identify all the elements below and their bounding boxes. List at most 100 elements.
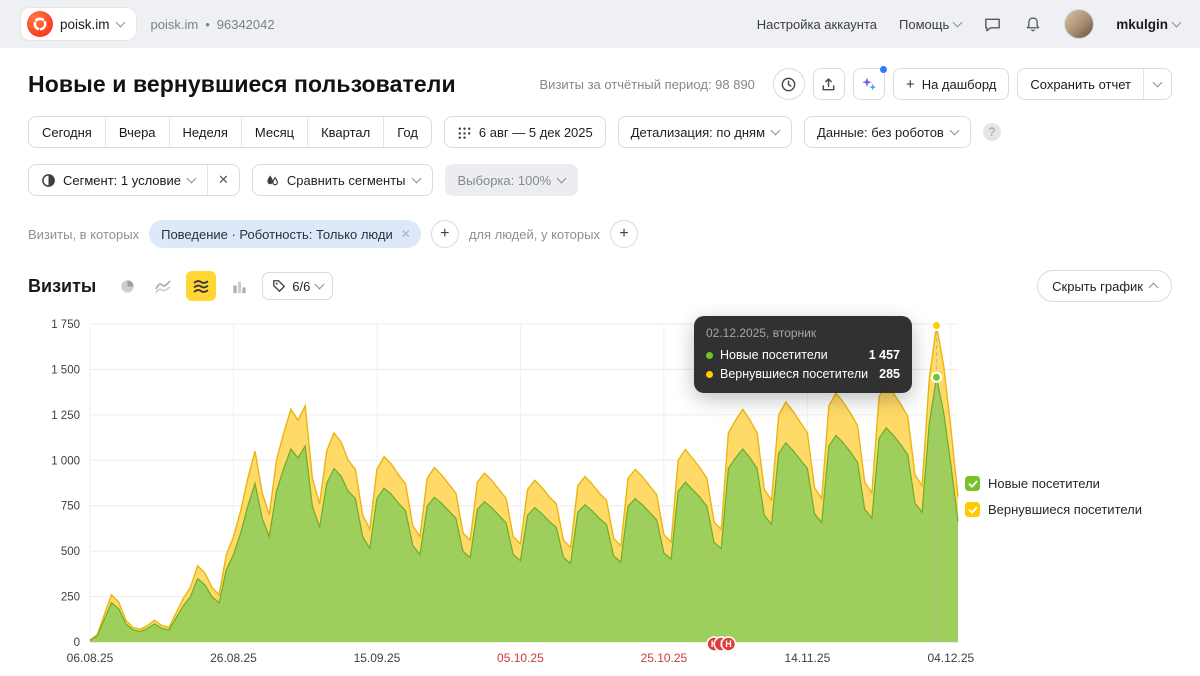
period-filters-row: Сегодня Вчера Неделя Месяц Квартал Год 6… (0, 116, 1200, 148)
segment-icon (42, 173, 55, 187)
compare-segments-icon (267, 174, 278, 185)
line-chart-icon (155, 280, 171, 294)
user-menu[interactable]: mkulgin (1116, 17, 1182, 32)
add-visit-condition-button[interactable]: + (430, 220, 459, 248)
y-tick-label: 1 500 (51, 364, 80, 376)
segment-clear-button[interactable]: ✕ (206, 165, 239, 195)
chart-type-pie-button[interactable] (114, 273, 140, 299)
sampling-selector[interactable]: Выборка: 100% (444, 164, 579, 196)
ai-assistant-button[interactable] (852, 66, 887, 100)
y-tick-label: 1 250 (51, 410, 80, 422)
legend-new-label: Новые посетители (988, 476, 1100, 491)
stacked-area-icon (193, 280, 209, 293)
legend-returning-label: Вернувшиеся посетители (988, 502, 1143, 517)
chart-type-stacked-area-button[interactable] (186, 271, 217, 301)
plus-icon: + (905, 75, 915, 93)
counter-selector[interactable]: poisk.im (20, 7, 137, 41)
x-tick-label: 05.10.25 (497, 651, 544, 665)
date-range-picker[interactable]: 6 авг — 5 дек 2025 (443, 116, 606, 148)
chevron-down-icon (411, 173, 421, 184)
y-tick-label: 1 750 (51, 319, 80, 331)
chevron-down-icon (115, 17, 125, 28)
period-week[interactable]: Неделя (168, 117, 241, 147)
period-button-group: Сегодня Вчера Неделя Месяц Квартал Год (28, 116, 432, 148)
legend-item-new-visitors[interactable]: Новые посетители (965, 476, 1142, 491)
remove-condition-icon[interactable]: ✕ (401, 227, 411, 241)
chevron-up-icon (1148, 282, 1159, 293)
hide-chart-label: Скрыть график (1052, 278, 1143, 294)
tooltip-new-value: 1 457 (868, 348, 900, 362)
period-month[interactable]: Месяц (240, 117, 307, 147)
save-report-split-button: Сохранить отчет (1017, 68, 1172, 100)
y-tick-label: 0 (74, 637, 80, 649)
history-button[interactable] (772, 68, 805, 100)
segment-control: Сегмент: 1 условие ✕ (28, 164, 240, 196)
segment-condition-chip[interactable]: Поведение · Роботность: Только люди ✕ (149, 220, 421, 248)
add-to-dashboard-button[interactable]: + На дашборд (892, 68, 1010, 100)
series-count-label: 6/6 (292, 278, 311, 294)
note-marker-label: Н (725, 639, 732, 649)
y-tick-label: 250 (61, 592, 80, 604)
topbar: poisk.im poisk.im • 96342042 Настройка а… (0, 0, 1200, 48)
hover-dot-new (930, 371, 942, 383)
help-menu[interactable]: Помощь (899, 16, 963, 32)
data-mode-label: Данные: без роботов (817, 124, 944, 140)
chat-button[interactable] (983, 15, 1002, 34)
data-mode-selector[interactable]: Данные: без роботов (804, 116, 971, 148)
title-row: Новые и вернувшиеся пользователи Визиты … (0, 66, 1200, 100)
chevron-down-icon (186, 173, 197, 184)
series-visibility-button[interactable]: 6/6 (262, 272, 334, 300)
clock-icon (782, 77, 796, 91)
help-hint-icon[interactable]: ? (982, 123, 1001, 141)
legend-item-returning-visitors[interactable]: Вернувшиеся посетители (965, 502, 1142, 517)
chart-type-columns-button[interactable] (226, 273, 252, 299)
counter-selector-label: poisk.im (60, 16, 110, 32)
add-to-dashboard-label: На дашборд (921, 76, 997, 92)
compare-segments-label: Сравнить сегменты (286, 172, 406, 188)
period-year[interactable]: Год (383, 117, 431, 147)
topbar-right: Настройка аккаунта Помощь mkulgin (757, 9, 1182, 39)
chevron-down-icon (1171, 17, 1182, 28)
period-quarter[interactable]: Квартал (307, 117, 383, 147)
period-yesterday[interactable]: Вчера (104, 117, 169, 147)
segment-conditions-row: Визиты, в которых Поведение · Роботность… (0, 220, 1200, 248)
chart-title: Визиты (28, 275, 97, 296)
avatar[interactable] (1064, 9, 1095, 39)
tooltip-row-returning: Вернувшиеся посетители 285 (706, 367, 900, 381)
account-settings-link[interactable]: Настройка аккаунта (757, 17, 877, 32)
help-label: Помощь (899, 16, 950, 32)
date-range-label: 6 авг — 5 дек 2025 (478, 124, 593, 140)
calendar-icon (458, 127, 471, 139)
chat-icon (985, 18, 1001, 31)
counter-meta: poisk.im • 96342042 (151, 17, 275, 32)
hover-dot-returning (930, 319, 942, 331)
save-report-menu-button[interactable] (1143, 69, 1171, 99)
export-button[interactable] (812, 68, 845, 100)
new-visitors-dot-icon (706, 351, 713, 359)
returning-visitors-checkbox-icon (965, 502, 980, 517)
compare-segments-button[interactable]: Сравнить сегменты (251, 164, 433, 196)
y-tick-label: 750 (61, 501, 80, 513)
chevron-down-icon (770, 125, 781, 136)
save-report-button[interactable]: Сохранить отчет (1018, 69, 1143, 99)
tag-icon (273, 280, 286, 292)
export-icon (823, 77, 835, 90)
segment-chip-label: Поведение · Роботность: Только люди (161, 226, 393, 242)
chevron-down-icon (1152, 77, 1163, 88)
period-today[interactable]: Сегодня (29, 117, 105, 147)
x-tick-label: 04.12.25 (927, 651, 974, 665)
chart-type-line-button[interactable] (150, 273, 176, 299)
y-tick-label: 500 (61, 546, 80, 558)
counter-id: 96342042 (216, 16, 275, 32)
hide-chart-button[interactable]: Скрыть график (1037, 270, 1172, 302)
detail-selector[interactable]: Детализация: по дням (617, 116, 793, 148)
chart-legend: Новые посетители Вернувшиеся посетители (965, 476, 1142, 517)
notifications-button[interactable] (1024, 15, 1042, 34)
segment-selector[interactable]: Сегмент: 1 условие (29, 165, 207, 195)
tooltip-new-label: Новые посетители (720, 348, 828, 362)
add-people-condition-button[interactable]: + (610, 220, 638, 248)
segment-filters-row: Сегмент: 1 условие ✕ Сравнить сегменты В… (0, 164, 1200, 196)
new-visitors-checkbox-icon (965, 476, 980, 491)
x-tick-label: 25.10.25 (641, 651, 688, 665)
x-tick-label: 14.11.25 (784, 651, 830, 665)
